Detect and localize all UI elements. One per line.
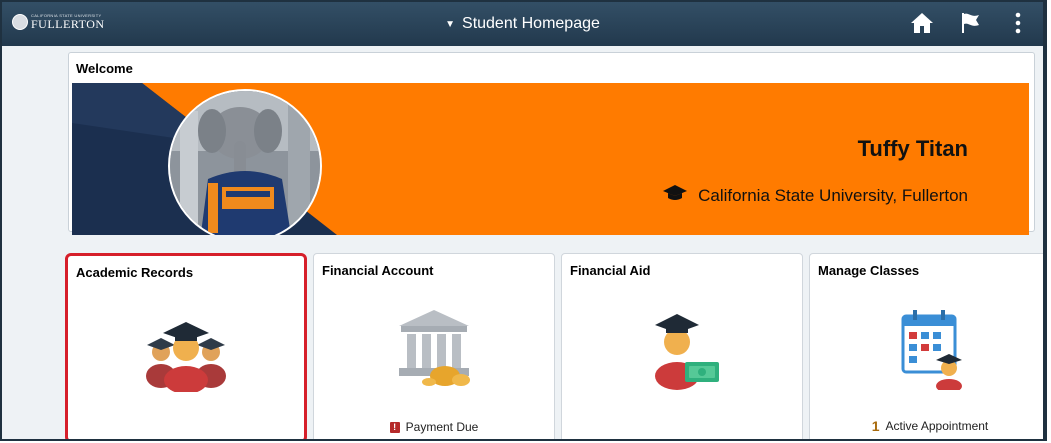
graduation-cap-icon	[662, 184, 688, 207]
financial-account-tile[interactable]: Financial Account ! Payment Due	[313, 253, 555, 439]
welcome-tile: Welcome Tuffy Titan California State Uni…	[68, 52, 1035, 235]
homepage-tiles: Welcome Tuffy Titan California State Uni…	[59, 50, 1043, 439]
calendar-icon	[885, 306, 975, 393]
flag-icon[interactable]	[957, 10, 983, 36]
tile-status: Active Appointment	[885, 419, 989, 433]
home-icon[interactable]	[909, 10, 935, 36]
welcome-title: Welcome	[76, 61, 133, 76]
student-name: Tuffy Titan	[857, 136, 968, 161]
tile-title: Financial Account	[322, 263, 434, 278]
tile-status: Payment Due	[405, 420, 479, 434]
academic-records-icon	[141, 308, 231, 394]
mascot-photo	[168, 89, 322, 235]
welcome-banner: Tuffy Titan California State University,…	[72, 83, 1029, 235]
academic-records-tile[interactable]: Academic Records	[65, 253, 307, 439]
manage-classes-tile[interactable]: Manage Classes 1 Active Appointment	[809, 253, 1043, 439]
page-title-dropdown[interactable]: ▼ Student Homepage	[2, 2, 1043, 46]
university-name: California State University, Fullerton	[698, 185, 968, 205]
app-frame: CALIFORNIA STATE UNIVERSITY FULLERTON ▼ …	[0, 0, 1047, 441]
financial-aid-icon	[637, 306, 727, 390]
kebab-menu-icon[interactable]	[1005, 10, 1031, 36]
bank-icon	[389, 306, 479, 390]
tile-title: Academic Records	[76, 265, 194, 280]
financial-aid-tile[interactable]: Financial Aid	[561, 253, 803, 439]
appointment-count: 1	[871, 418, 880, 434]
page-title: Student Homepage	[462, 15, 600, 32]
tile-title: Financial Aid	[570, 263, 651, 278]
caret-down-icon: ▼	[445, 18, 456, 30]
top-navbar: CALIFORNIA STATE UNIVERSITY FULLERTON ▼ …	[2, 2, 1043, 46]
tile-title: Manage Classes	[818, 263, 920, 278]
alert-icon: !	[389, 421, 400, 433]
